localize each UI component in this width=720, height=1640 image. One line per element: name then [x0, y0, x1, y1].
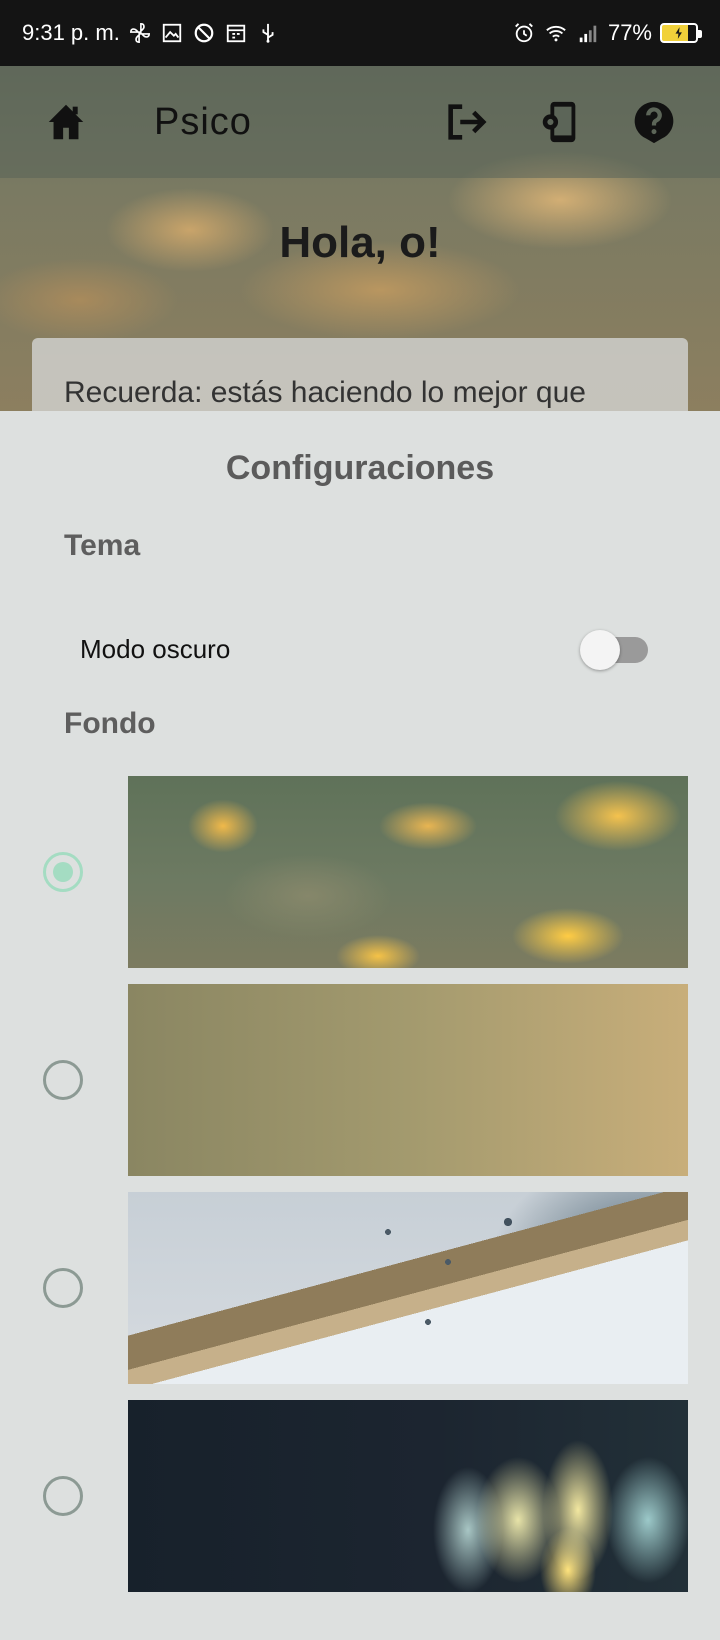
radio-button-selected[interactable] [43, 852, 83, 892]
radio-button[interactable] [43, 1268, 83, 1308]
background-option-clouds[interactable] [0, 776, 720, 968]
at-icon [192, 21, 216, 45]
reminder-text: Recuerda: estás haciendo lo mejor que [64, 376, 586, 409]
help-icon[interactable] [628, 96, 680, 148]
battery-charging-icon [660, 23, 702, 43]
app-toolbar: Psico [0, 66, 720, 178]
background-option-lotus[interactable] [0, 1400, 720, 1592]
background-option-gradient[interactable] [0, 984, 720, 1176]
settings-bottom-sheet: Configuraciones Tema Modo oscuro Fondo [0, 411, 720, 1640]
wifi-icon [544, 21, 568, 45]
status-time: 9:31 p. m. [22, 20, 120, 45]
usb-icon [256, 21, 280, 45]
signal-icon [576, 21, 600, 45]
sheet-title: Configuraciones [225, 449, 495, 487]
alarm-icon [512, 21, 536, 45]
background-thumbnail-gradient[interactable] [128, 984, 688, 1176]
fan-icon [128, 21, 152, 45]
background-section-label: Fondo [64, 707, 156, 740]
background-thumbnail-clouds[interactable] [128, 776, 688, 968]
radio-button[interactable] [43, 1476, 83, 1516]
battery-percent: 77% [607, 20, 652, 45]
radio-button[interactable] [43, 1060, 83, 1100]
greeting-heading: Hola, o! [279, 218, 441, 267]
toggle-thumb [580, 630, 620, 670]
dark-mode-row[interactable]: Modo oscuro [80, 619, 650, 679]
image-icon [160, 21, 184, 45]
logout-icon[interactable] [440, 96, 492, 148]
dark-mode-label: Modo oscuro [80, 633, 231, 664]
app-title: Psico [154, 100, 252, 143]
home-icon[interactable] [40, 96, 92, 148]
theme-section-label: Tema [64, 529, 141, 562]
toolbar-actions [440, 96, 680, 148]
status-bar: 9:31 p. m. 77% [0, 0, 720, 66]
calendar-icon [224, 21, 248, 45]
status-right: 77% [512, 20, 702, 46]
phone-settings-icon[interactable] [534, 96, 586, 148]
status-left: 9:31 p. m. [22, 20, 280, 46]
dark-mode-toggle[interactable] [580, 629, 650, 670]
background-option-rainy-beach[interactable] [0, 1192, 720, 1384]
background-thumbnail-rainy-beach[interactable] [128, 1192, 688, 1384]
background-thumbnail-lotus[interactable] [128, 1400, 688, 1592]
